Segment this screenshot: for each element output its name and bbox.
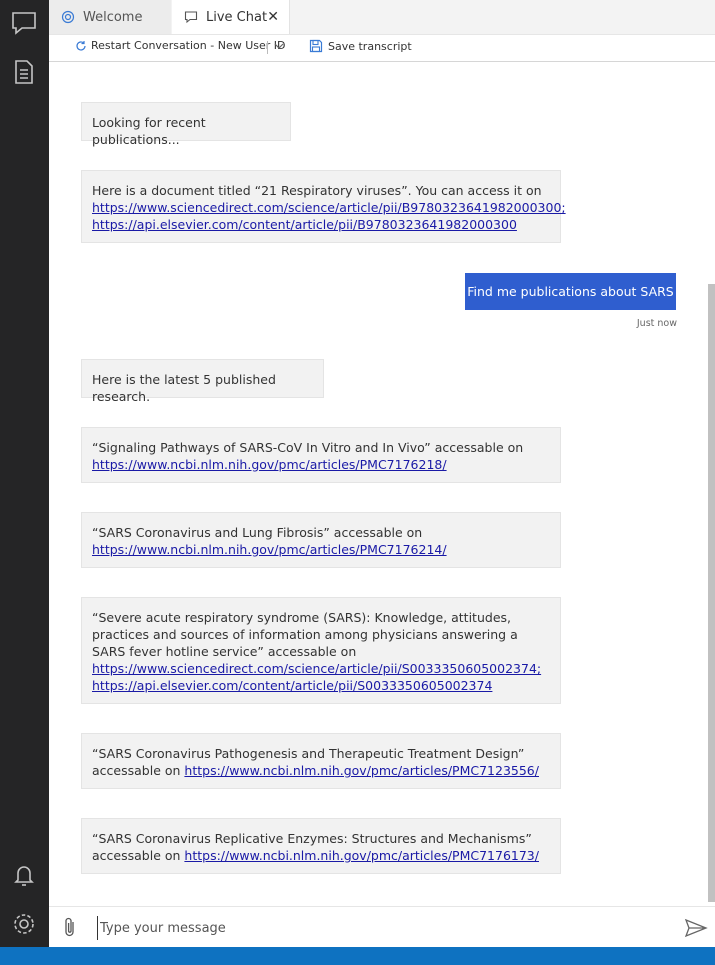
gear-icon[interactable] [9,909,39,939]
bot-message: “Severe acute respiratory syndrome (SARS… [81,597,561,704]
save-icon [309,39,323,53]
article-link[interactable]: https://api.elsevier.com/content/article… [92,217,517,232]
status-bar [0,947,715,965]
article-link[interactable]: https://www.sciencedirect.com/science/ar… [92,661,541,676]
toolbar-divider [267,41,268,54]
message-input[interactable] [97,916,682,940]
message-timestamp: Just now [636,318,677,329]
bot-message: “SARS Coronavirus and Lung Fibrosis” acc… [81,512,561,568]
send-icon[interactable] [684,918,708,938]
tab-label: Welcome [83,9,143,25]
save-transcript-button[interactable]: Save transcript [309,39,412,53]
message-text: “SARS Coronavirus and Lung Fibrosis” acc… [92,525,423,540]
document-icon[interactable] [9,57,39,87]
activity-bar [0,0,49,947]
bot-message: Here is a document titled “21 Respirator… [81,170,566,243]
chat-transcript[interactable]: Looking for recent publications... Here … [49,62,715,906]
message-text: Here is a document titled “21 Respirator… [92,183,542,198]
article-link[interactable]: https://www.ncbi.nlm.nih.gov/pmc/article… [184,848,539,863]
bot-message: “SARS Coronavirus Pathogenesis and Thera… [81,733,561,789]
message-text: Looking for recent publications... [92,115,206,147]
tab-live-chat[interactable]: Live Chat ✕ [172,0,290,34]
tab-bar: Welcome Live Chat ✕ [49,0,715,35]
bot-message: “Signaling Pathways of SARS-CoV In Vitro… [81,427,561,483]
message-text: Here is the latest 5 published research. [92,372,276,404]
tab-welcome[interactable]: Welcome [49,0,171,34]
article-link[interactable]: https://www.ncbi.nlm.nih.gov/pmc/article… [184,763,539,778]
chevron-down-icon[interactable] [273,39,285,53]
message-text: “Signaling Pathways of SARS-CoV In Vitro… [92,440,524,455]
bot-message: Looking for recent publications... [81,102,291,147]
chat-toolbar: Restart Conversation - New User ID Save … [49,35,715,62]
message-text: “Severe acute respiratory syndrome (SARS… [92,610,518,659]
globe-icon [61,10,75,24]
article-link[interactable]: https://www.sciencedirect.com/science/ar… [92,200,566,215]
tab-label: Live Chat [206,9,268,25]
article-link[interactable]: https://api.elsevier.com/content/article… [92,678,492,693]
chat-bubble-icon [184,10,198,24]
bot-message: Here is the latest 5 published research. [81,359,324,404]
bell-icon[interactable] [9,860,39,890]
bot-message: “SARS Coronavirus Replicative Enzymes: S… [81,818,561,874]
save-label: Save transcript [328,39,412,53]
message-composer [49,906,715,948]
article-link[interactable]: https://www.ncbi.nlm.nih.gov/pmc/article… [92,542,447,557]
scrollbar-thumb[interactable] [708,284,715,902]
chat-icon[interactable] [9,8,39,38]
restart-conversation-button[interactable]: Restart Conversation - New User ID [75,39,286,52]
restart-label: Restart Conversation - New User ID [91,39,286,52]
paperclip-icon[interactable] [61,916,79,938]
article-link[interactable]: https://www.ncbi.nlm.nih.gov/pmc/article… [92,457,447,472]
refresh-icon [76,40,86,51]
close-icon[interactable]: ✕ [267,9,279,25]
user-message: Find me publications about SARS [465,273,676,310]
message-text: Find me publications about SARS [467,284,674,299]
